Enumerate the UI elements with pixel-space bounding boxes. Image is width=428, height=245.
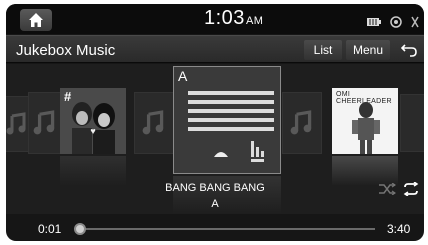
album-placeholder[interactable]	[134, 92, 174, 154]
status-icons	[363, 13, 420, 31]
music-note-icon	[142, 110, 164, 135]
wireless-icon	[411, 16, 419, 28]
time-elapsed: 0:01	[38, 222, 62, 236]
song-title: BANG BANG BANG	[165, 182, 265, 194]
clock: 1:03AM	[204, 7, 263, 30]
clock-time: 1:03	[204, 7, 245, 29]
progress-knob[interactable]	[74, 223, 87, 235]
song-artist: A	[211, 198, 219, 210]
status-bar: 1:03AM	[6, 4, 424, 34]
album-placeholder[interactable]	[28, 92, 62, 154]
home-icon	[29, 13, 43, 27]
title-bar: Jukebox Music List Menu	[6, 35, 424, 63]
album-cover[interactable]: OMI CHEERLEADER	[332, 88, 398, 154]
time-total: 3:40	[387, 222, 411, 236]
svg-text:♥: ♥	[90, 126, 95, 136]
music-note-icon	[6, 112, 26, 135]
music-note-icon	[33, 110, 55, 135]
list-button[interactable]: List	[304, 40, 342, 60]
progress-bar[interactable]	[74, 223, 375, 235]
album-cover[interactable]: ♥ #	[60, 88, 126, 154]
signal-icon	[389, 16, 402, 28]
album-art	[188, 91, 274, 162]
album-badge: #	[64, 89, 72, 104]
infotainment-screen: 1:03AM Jukebox Music List Menu ♥ # A OMI…	[6, 4, 424, 241]
menu-button[interactable]: Menu	[346, 40, 390, 60]
album-cover-text: OMI CHEERLEADER	[336, 91, 392, 105]
clock-ampm: AM	[245, 15, 264, 27]
current-album-cover[interactable]: A	[173, 66, 281, 174]
music-note-icon	[290, 110, 312, 135]
shuffle-icon[interactable]	[378, 183, 396, 195]
back-arrow-icon	[400, 44, 417, 57]
album-placeholder[interactable]	[282, 92, 322, 154]
repeat-icon[interactable]	[402, 182, 420, 196]
album-letter: A	[178, 68, 188, 84]
battery-icon	[367, 17, 382, 26]
page-title: Jukebox Music	[16, 42, 116, 59]
back-button[interactable]	[394, 40, 424, 60]
home-button[interactable]	[20, 9, 52, 31]
album-placeholder[interactable]	[400, 94, 424, 152]
